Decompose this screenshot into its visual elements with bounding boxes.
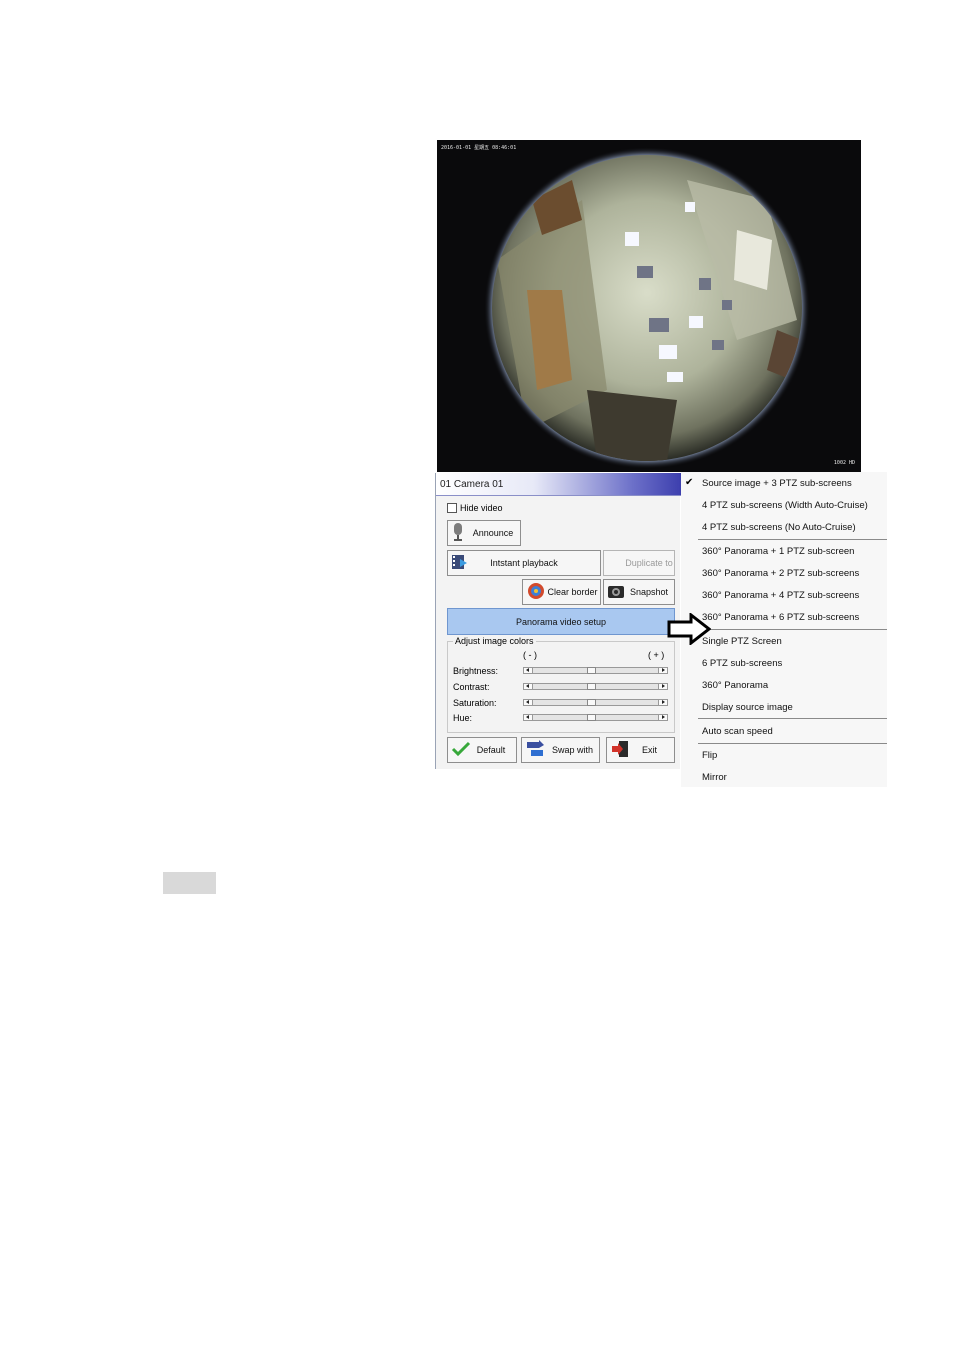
menu-item-panorama-4ptz[interactable]: 360° Panorama + 4 PTZ sub-screens [702, 590, 859, 601]
swap-with-label: Swap with [551, 745, 594, 755]
film-play-icon [451, 553, 469, 573]
gray-placeholder-block [163, 872, 216, 894]
arrow-right-icon [667, 613, 711, 645]
menu-item-6ptz[interactable]: 6 PTZ sub-screens [702, 658, 782, 669]
slider-left-arrow-icon[interactable] [524, 700, 533, 705]
menu-item-4ptz-auto-cruise[interactable]: 4 PTZ sub-screens (Width Auto-Cruise) [702, 500, 868, 511]
exit-button[interactable]: Exit [606, 737, 675, 763]
swap-with-button[interactable]: Swap with [521, 737, 600, 763]
checked-icon: ✔ [685, 477, 694, 488]
slider-thumb[interactable] [587, 667, 596, 674]
hue-slider[interactable] [523, 714, 668, 721]
duplicate-to-label: Duplicate to [625, 558, 673, 568]
menu-item-mirror[interactable]: Mirror [702, 772, 727, 783]
camera-timestamp: 2016-01-01 星期五 08:46:01 [441, 145, 517, 151]
hide-video-checkbox[interactable]: Hide video [447, 503, 503, 513]
menu-item-360-panorama[interactable]: 360° Panorama [702, 680, 768, 691]
hide-video-label: Hide video [460, 503, 503, 513]
slider-right-arrow-icon[interactable] [658, 715, 667, 720]
menu-item-flip[interactable]: Flip [702, 750, 717, 761]
slider-left-arrow-icon[interactable] [524, 684, 533, 689]
slider-right-arrow-icon[interactable] [658, 684, 667, 689]
slider-thumb[interactable] [587, 714, 596, 721]
panel-titlebar[interactable]: 01 Camera 01 [436, 473, 681, 496]
menu-separator [698, 743, 887, 744]
instant-playback-label: Intstant playback [490, 558, 558, 568]
saturation-label: Saturation: [453, 698, 497, 708]
camera-label: 1002 HD [833, 460, 855, 466]
slider-left-arrow-icon[interactable] [524, 715, 533, 720]
clear-border-icon [526, 581, 546, 603]
slider-right-arrow-icon[interactable] [658, 668, 667, 673]
camera-icon [607, 583, 625, 601]
exit-door-icon [610, 740, 630, 760]
adjust-image-colors-group: Adjust image colors ( - ) ( + ) Brightne… [447, 636, 675, 733]
fisheye-image [484, 147, 810, 469]
clear-border-label: Clear border [547, 587, 598, 597]
announce-label: Announce [472, 528, 514, 538]
checkmark-icon [451, 741, 471, 759]
clear-border-button[interactable]: Clear border [522, 579, 601, 605]
slider-left-arrow-icon[interactable] [524, 668, 533, 673]
snapshot-button[interactable]: Snapshot [603, 579, 675, 605]
contrast-label: Contrast: [453, 682, 490, 692]
menu-item-source-3ptz[interactable]: Source image + 3 PTZ sub-screens [702, 478, 852, 489]
checkbox-box[interactable] [447, 503, 457, 513]
swap-icon [525, 740, 545, 760]
menu-item-single-ptz[interactable]: Single PTZ Screen [702, 636, 782, 647]
saturation-slider[interactable] [523, 699, 668, 706]
camera-video-view[interactable]: 2016-01-01 星期五 08:46:01 1002 HD [437, 140, 861, 472]
menu-separator [698, 539, 887, 540]
menu-separator [698, 629, 887, 630]
group-legend: Adjust image colors [453, 636, 536, 646]
exit-label: Exit [641, 745, 657, 755]
default-label: Default [476, 745, 506, 755]
slider-right-arrow-icon[interactable] [658, 700, 667, 705]
decrease-label: ( - ) [523, 650, 537, 660]
panel-title: 01 Camera 01 [440, 479, 504, 490]
camera-settings-panel: 01 Camera 01 Hide video Announce Intstan… [435, 473, 681, 769]
menu-item-auto-scan-speed[interactable]: Auto scan speed [702, 726, 773, 737]
microphone-icon [451, 522, 465, 544]
panorama-mode-menu: ✔ Source image + 3 PTZ sub-screens 4 PTZ… [681, 472, 887, 787]
duplicate-to-button[interactable]: Duplicate to [603, 550, 675, 576]
menu-item-panorama-6ptz[interactable]: 360° Panorama + 6 PTZ sub-screens [702, 612, 859, 623]
slider-thumb[interactable] [587, 683, 596, 690]
slider-thumb[interactable] [587, 699, 596, 706]
brightness-label: Brightness: [453, 666, 499, 676]
hue-label: Hue: [453, 713, 473, 723]
menu-item-4ptz-no-cruise[interactable]: 4 PTZ sub-screens (No Auto-Cruise) [702, 522, 856, 533]
increase-label: ( + ) [648, 650, 665, 660]
snapshot-label: Snapshot [629, 587, 669, 597]
default-button[interactable]: Default [447, 737, 517, 763]
menu-item-panorama-2ptz[interactable]: 360° Panorama + 2 PTZ sub-screens [702, 568, 859, 579]
contrast-slider[interactable] [523, 683, 668, 690]
brightness-slider[interactable] [523, 667, 668, 674]
instant-playback-button[interactable]: Intstant playback [447, 550, 601, 576]
announce-button[interactable]: Announce [447, 520, 521, 546]
menu-separator [698, 718, 887, 719]
panorama-video-setup-button[interactable]: Panorama video setup [447, 608, 675, 635]
menu-item-panorama-1ptz[interactable]: 360° Panorama + 1 PTZ sub-screen [702, 546, 854, 557]
menu-item-display-source[interactable]: Display source image [702, 702, 793, 713]
panorama-setup-label: Panorama video setup [515, 616, 607, 627]
